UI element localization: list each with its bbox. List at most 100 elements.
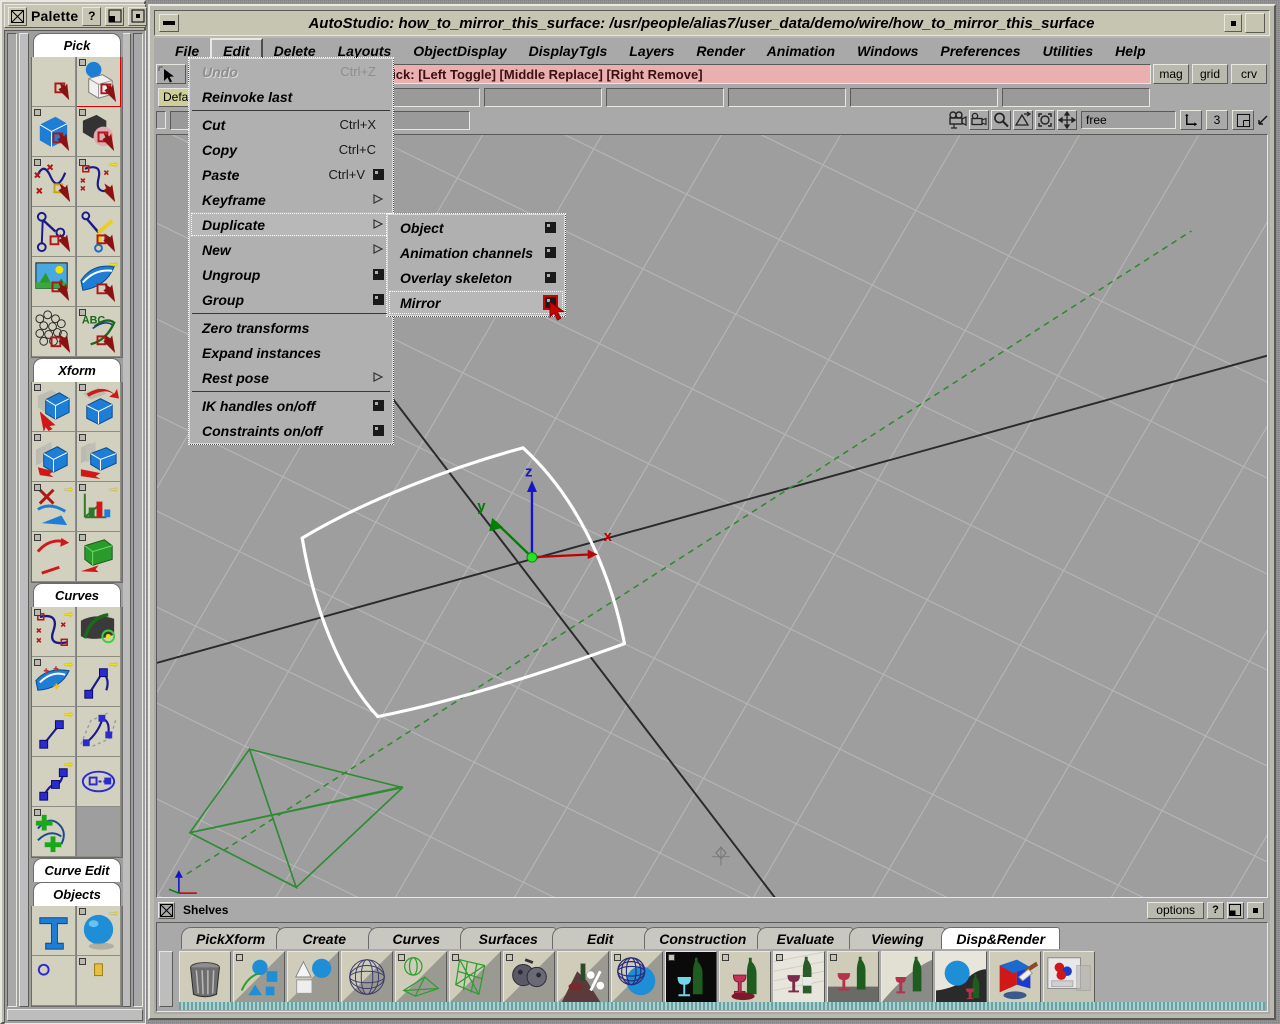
- palette-icon-xform-move[interactable]: [32, 382, 76, 432]
- option-box-icon[interactable]: [452, 954, 459, 961]
- edit-menu-item-reinvoke-last[interactable]: Reinvoke last: [190, 84, 392, 109]
- duplicate-submenu-popup[interactable]: Object Animation channels Overlay skeleton…: [386, 213, 566, 317]
- view-corner-icon[interactable]: [1180, 110, 1202, 130]
- submenu-arrow-icon[interactable]: ➞: [109, 160, 118, 171]
- camera-icon[interactable]: [947, 110, 967, 130]
- option-box-icon[interactable]: [34, 659, 41, 666]
- menu-option-box-icon[interactable]: [545, 247, 556, 258]
- palette-icon-xform-align[interactable]: [77, 532, 121, 582]
- option-box-icon[interactable]: [79, 534, 86, 541]
- submenu-arrow-icon[interactable]: ➞: [109, 909, 118, 920]
- resize-handle-icon[interactable]: [1256, 113, 1270, 127]
- option-box-icon[interactable]: [34, 809, 41, 816]
- option-box-icon[interactable]: [79, 484, 86, 491]
- option-box-icon[interactable]: [79, 109, 86, 116]
- palette-icon-pick-by-name[interactable]: ABC: [77, 307, 121, 357]
- close-x-icon[interactable]: [8, 6, 27, 26]
- palette-icon-curves-new-curve[interactable]: ➞: [77, 657, 121, 707]
- globe-shade-icon[interactable]: [611, 951, 663, 1003]
- layout-icon[interactable]: [1232, 110, 1254, 130]
- palette-icon-pick-point[interactable]: [32, 207, 76, 257]
- shelf-hscrollbar[interactable]: [179, 1002, 1265, 1010]
- palette-icon-xform-rotate[interactable]: [77, 382, 121, 432]
- menu-option-box-icon[interactable]: [543, 295, 558, 310]
- palette-group-tab-pick[interactable]: Pick: [33, 33, 121, 57]
- grid-button[interactable]: grid: [1192, 64, 1228, 84]
- edit-menu-item-rest-pose[interactable]: Rest pose: [190, 365, 392, 390]
- option-box-icon[interactable]: [34, 159, 41, 166]
- edit-menu-item-group[interactable]: Group: [190, 287, 392, 312]
- view-row-handle[interactable]: [156, 111, 166, 129]
- maximize-icon[interactable]: [1245, 13, 1265, 33]
- option-box-icon[interactable]: [34, 534, 41, 541]
- palette-icon-curves-add-points[interactable]: [32, 807, 76, 857]
- minimize-icon[interactable]: [159, 14, 179, 32]
- hardware-shade-icon[interactable]: [503, 951, 555, 1003]
- shelf-tab-viewing[interactable]: Viewing: [849, 927, 946, 949]
- edit-menu-item-keyframe[interactable]: Keyframe: [190, 187, 392, 212]
- option-box-icon[interactable]: [722, 954, 729, 961]
- palette-icon-curves-blank[interactable]: [77, 807, 121, 857]
- edit-menu-item-ik-handles-on-off[interactable]: IK handles on/off: [190, 393, 392, 418]
- layer-field-4[interactable]: [606, 87, 724, 107]
- magnify-icon[interactable]: [991, 110, 1011, 130]
- menu-item-preferences[interactable]: Preferences: [929, 40, 1031, 62]
- menu-item-utilities[interactable]: Utilities: [1032, 40, 1105, 62]
- arrow-pick-icon[interactable]: [156, 64, 186, 84]
- layer-field-6[interactable]: [850, 87, 998, 107]
- render-stone-icon[interactable]: [827, 951, 879, 1003]
- option-box-icon[interactable]: [79, 434, 86, 441]
- edit-menu-item-undo[interactable]: Undo Ctrl+Z: [190, 59, 392, 84]
- palette-icon-pick-template[interactable]: [77, 107, 121, 157]
- menu-item-objectdisplay[interactable]: ObjectDisplay: [402, 40, 517, 62]
- submenu-arrow-icon[interactable]: ➞: [109, 485, 118, 496]
- cone-sphere-icon[interactable]: [287, 951, 339, 1003]
- render-curve-icon[interactable]: [881, 951, 933, 1003]
- duplicate-submenu-item-object[interactable]: Object: [388, 215, 564, 240]
- palette-icon-curves-surface-curve[interactable]: ➞: [32, 657, 76, 707]
- option-box-icon[interactable]: [79, 159, 86, 166]
- menu-option-box-icon[interactable]: [373, 425, 384, 436]
- edit-menu-item-cut[interactable]: Cut Ctrl+X: [190, 112, 392, 137]
- option-box-icon[interactable]: [79, 958, 86, 965]
- option-box-icon[interactable]: [398, 954, 405, 961]
- option-box-icon[interactable]: [34, 484, 41, 491]
- palette-icon-pick-curve-cv[interactable]: [32, 157, 76, 207]
- submenu-arrow-icon[interactable]: ➞: [64, 660, 73, 671]
- edit-menu-item-expand-instances[interactable]: Expand instances: [190, 340, 392, 365]
- option-box-icon[interactable]: [614, 954, 621, 961]
- option-box-icon[interactable]: [34, 434, 41, 441]
- fit-view-icon[interactable]: [1035, 110, 1055, 130]
- palette-icon-xform-nonprop-scale[interactable]: [77, 432, 121, 482]
- edit-menu-item-copy[interactable]: Copy Ctrl+C: [190, 137, 392, 162]
- option-box-icon[interactable]: [34, 109, 41, 116]
- submenu-arrow-icon[interactable]: ➞: [109, 660, 118, 671]
- palette-scroll-rail-outer-right[interactable]: [133, 33, 143, 1007]
- look-at-icon[interactable]: [1013, 110, 1033, 130]
- options-button[interactable]: options: [1147, 901, 1204, 919]
- menu-option-box-icon[interactable]: [373, 169, 384, 180]
- submenu-arrow-icon[interactable]: ➞: [109, 260, 118, 271]
- palette-icon-xform-transform[interactable]: [32, 532, 76, 582]
- bottle-photo-icon[interactable]: [773, 951, 825, 1003]
- camera-name-field[interactable]: free: [1081, 111, 1176, 129]
- edit-menu-item-ungroup[interactable]: Ungroup: [190, 262, 392, 287]
- paint-cube-icon[interactable]: [989, 951, 1041, 1003]
- mag-button[interactable]: mag: [1153, 64, 1189, 84]
- black-render-icon[interactable]: [665, 951, 717, 1003]
- shelf-tab-surfaces[interactable]: Surfaces: [460, 927, 557, 949]
- palette-icon-objects-sphere[interactable]: ➞: [77, 906, 121, 956]
- palette-icon-pick-object[interactable]: [77, 57, 121, 107]
- option-box-icon[interactable]: [776, 954, 783, 961]
- palette-icon-curves-edit-point[interactable]: ➞: [32, 607, 76, 657]
- palette-icon-pick-component[interactable]: [32, 107, 76, 157]
- shelf-tab-create[interactable]: Create: [276, 927, 373, 949]
- option-box-icon[interactable]: [506, 954, 513, 961]
- trash-can-icon[interactable]: [179, 951, 231, 1003]
- submenu-arrow-icon[interactable]: ➞: [64, 485, 73, 496]
- palette-scroll-rail-outer-left[interactable]: [7, 33, 17, 1007]
- menu-item-windows[interactable]: Windows: [846, 40, 929, 62]
- edit-menu-popup[interactable]: Undo Ctrl+Z Reinvoke last Cut Ctrl+X Copy Ctrl…: [188, 57, 394, 445]
- option-box-icon[interactable]: [79, 59, 86, 66]
- camera-roll-icon[interactable]: [969, 110, 989, 130]
